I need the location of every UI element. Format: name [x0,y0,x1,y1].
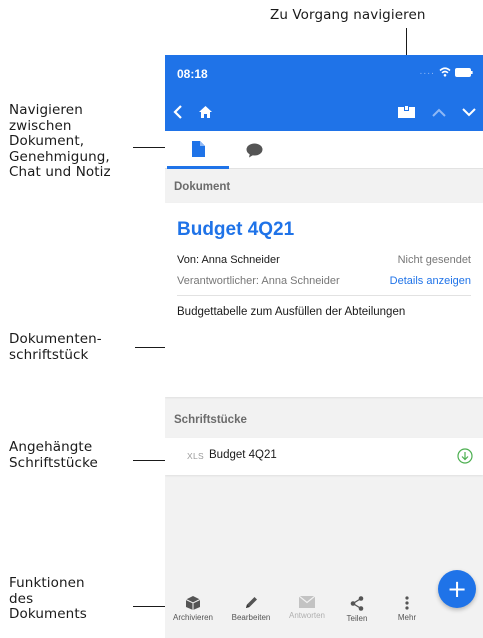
chat-icon [246,143,262,157]
more-icon [405,596,409,610]
annotation-line: Angehängte [9,439,93,455]
annotation-navigate-tabs: Navigieren zwischen Dokument, Genehmigun… [9,102,111,181]
phone-screen: 08:18 .... Dokument Budget 4Q21 Von: Ann… [165,55,483,638]
section-label-attachments: Schriftstücke [174,414,247,426]
attachment-row[interactable]: XLS Budget 4Q21 [165,438,483,475]
status-bar: 08:18 .... [165,55,483,93]
document-responsible: Verantwortlicher: Anna Schneider [177,275,340,287]
share-icon [350,596,364,611]
back-icon[interactable] [167,93,189,131]
annotation-attachments: Angehängte Schriftstücke [9,439,98,471]
download-icon[interactable] [457,448,473,464]
document-sender: Von: Anna Schneider [177,254,280,266]
share-label: Teilen [346,614,368,623]
annotation-line: Schriftstücke [9,454,98,471]
chevron-down-icon[interactable] [457,93,481,131]
reply-label: Antworten [288,611,326,620]
plus-icon: + [446,575,468,603]
share-button[interactable]: Teilen [331,596,383,623]
document-icon [191,140,205,157]
archive-icon [185,596,201,610]
chevron-up-icon[interactable] [427,93,451,131]
annotation-line: Navigieren [9,102,83,118]
add-button[interactable]: + [438,570,476,608]
wifi-icon [439,67,451,77]
document-description: Budgettabelle zum Ausfüllen der Abteilun… [177,306,406,318]
annotation-line: Dokument, [9,133,85,149]
tab-document[interactable] [167,131,229,169]
archive-button[interactable]: Archivieren [167,596,219,622]
annotation-line: Dokumenten- [9,331,102,347]
signal-dots: .... [419,67,435,77]
annotation-line: Dokuments [9,606,87,622]
tab-chat[interactable] [223,131,285,169]
pencil-icon [246,597,257,608]
edit-label: Bearbeiten [231,613,271,622]
annotation-line: Funktionen [9,575,85,591]
navigation-bar [165,93,483,131]
annotation-document-functions: Funktionen des Dokuments [9,575,87,623]
mail-icon [299,596,315,608]
reply-button: Antworten [281,596,333,620]
document-actions-bar: Archivieren Bearbeiten Antworten Teilen … [165,590,483,638]
more-button[interactable]: Mehr [381,596,433,622]
annotation-document: Dokumenten- schriftstück [9,331,102,363]
document-status: Nicht gesendet [397,254,471,266]
divider [177,295,471,296]
annotation-line: Genehmigung, [9,148,110,165]
attachment-name: Budget 4Q21 [209,449,277,461]
case-icon[interactable] [393,93,419,131]
battery-icon [455,67,473,77]
annotation-line: zwischen [9,117,72,134]
details-link[interactable]: Details anzeigen [390,275,471,287]
home-icon[interactable] [193,93,217,131]
annotation-line: schriftstück [9,346,89,363]
file-type-badge: XLS [187,451,204,461]
section-label-document: Dokument [174,181,231,193]
annotation-case-navigation: Zu Vorgang navigieren [270,7,426,23]
document-card: Budget 4Q21 Von: Anna Schneider Nicht ge… [165,203,483,397]
more-label: Mehr [397,613,417,622]
annotation-line: Chat und Notiz [9,164,111,180]
edit-button[interactable]: Bearbeiten [225,596,277,622]
status-time: 08:18 [177,67,208,81]
tab-bar [165,131,483,169]
annotation-line: des [9,590,34,607]
annotated-screenshot: Zu Vorgang navigieren Navigieren zwische… [0,0,483,638]
archive-label: Archivieren [172,613,213,622]
document-title: Budget 4Q21 [177,219,295,240]
status-icons: .... [420,67,473,77]
